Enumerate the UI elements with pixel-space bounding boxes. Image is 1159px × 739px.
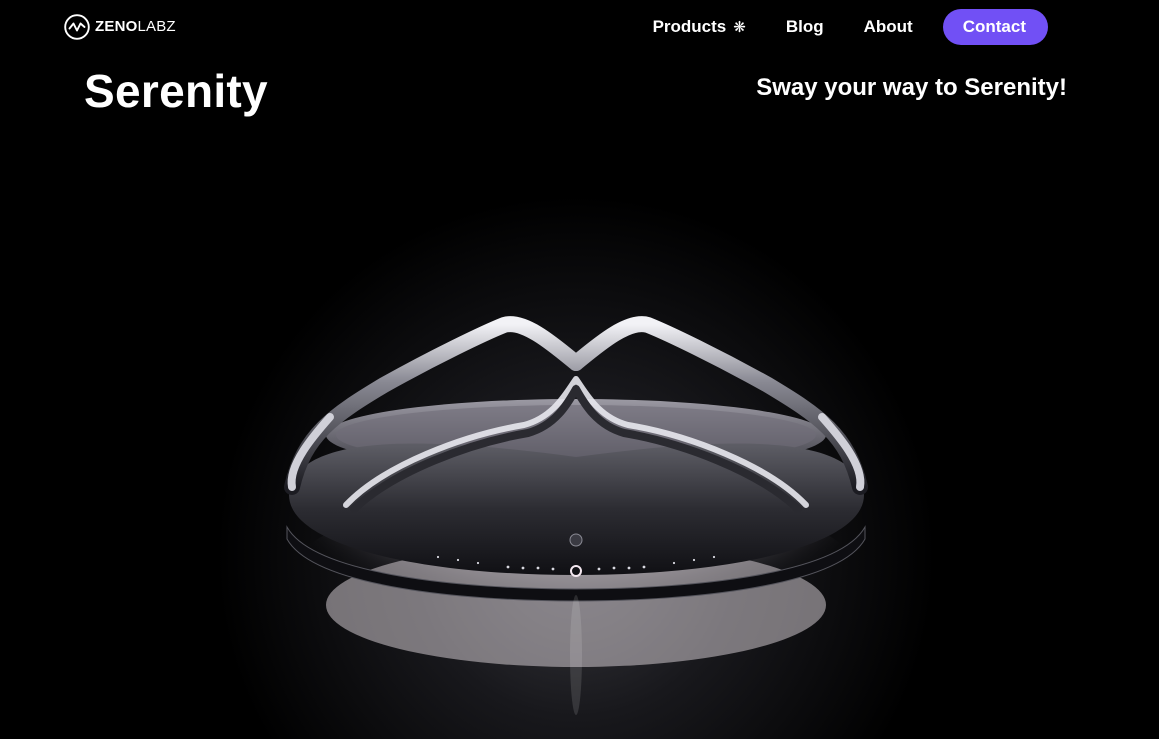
nav-link-blog[interactable]: Blog bbox=[786, 17, 824, 37]
page-title: Serenity bbox=[84, 65, 268, 117]
brand-logo[interactable]: ZENOLABZ bbox=[64, 14, 176, 40]
brand-name: ZENOLABZ bbox=[95, 14, 176, 40]
serenity-headband-product-photo bbox=[84, 135, 1068, 739]
nav-link-products[interactable]: Products ❋ bbox=[653, 17, 746, 37]
contact-button[interactable]: Contact bbox=[942, 9, 1048, 45]
nav-links: Products ❋ Blog About Contact bbox=[653, 9, 1048, 45]
hero-image bbox=[84, 135, 1068, 739]
nav-link-about[interactable]: About bbox=[864, 17, 913, 37]
brand-name-light: LABZ bbox=[137, 18, 176, 35]
asterisk-icon: ❋ bbox=[733, 18, 746, 36]
brand-name-bold: ZENO bbox=[95, 18, 138, 35]
nav-link-products-label: Products bbox=[652, 17, 727, 36]
top-navigation: ZENOLABZ Products ❋ Blog About Contact bbox=[0, 0, 1159, 54]
zenolabz-logo-icon bbox=[64, 14, 90, 40]
hero-tagline: Sway your way to Serenity! bbox=[756, 74, 1067, 101]
